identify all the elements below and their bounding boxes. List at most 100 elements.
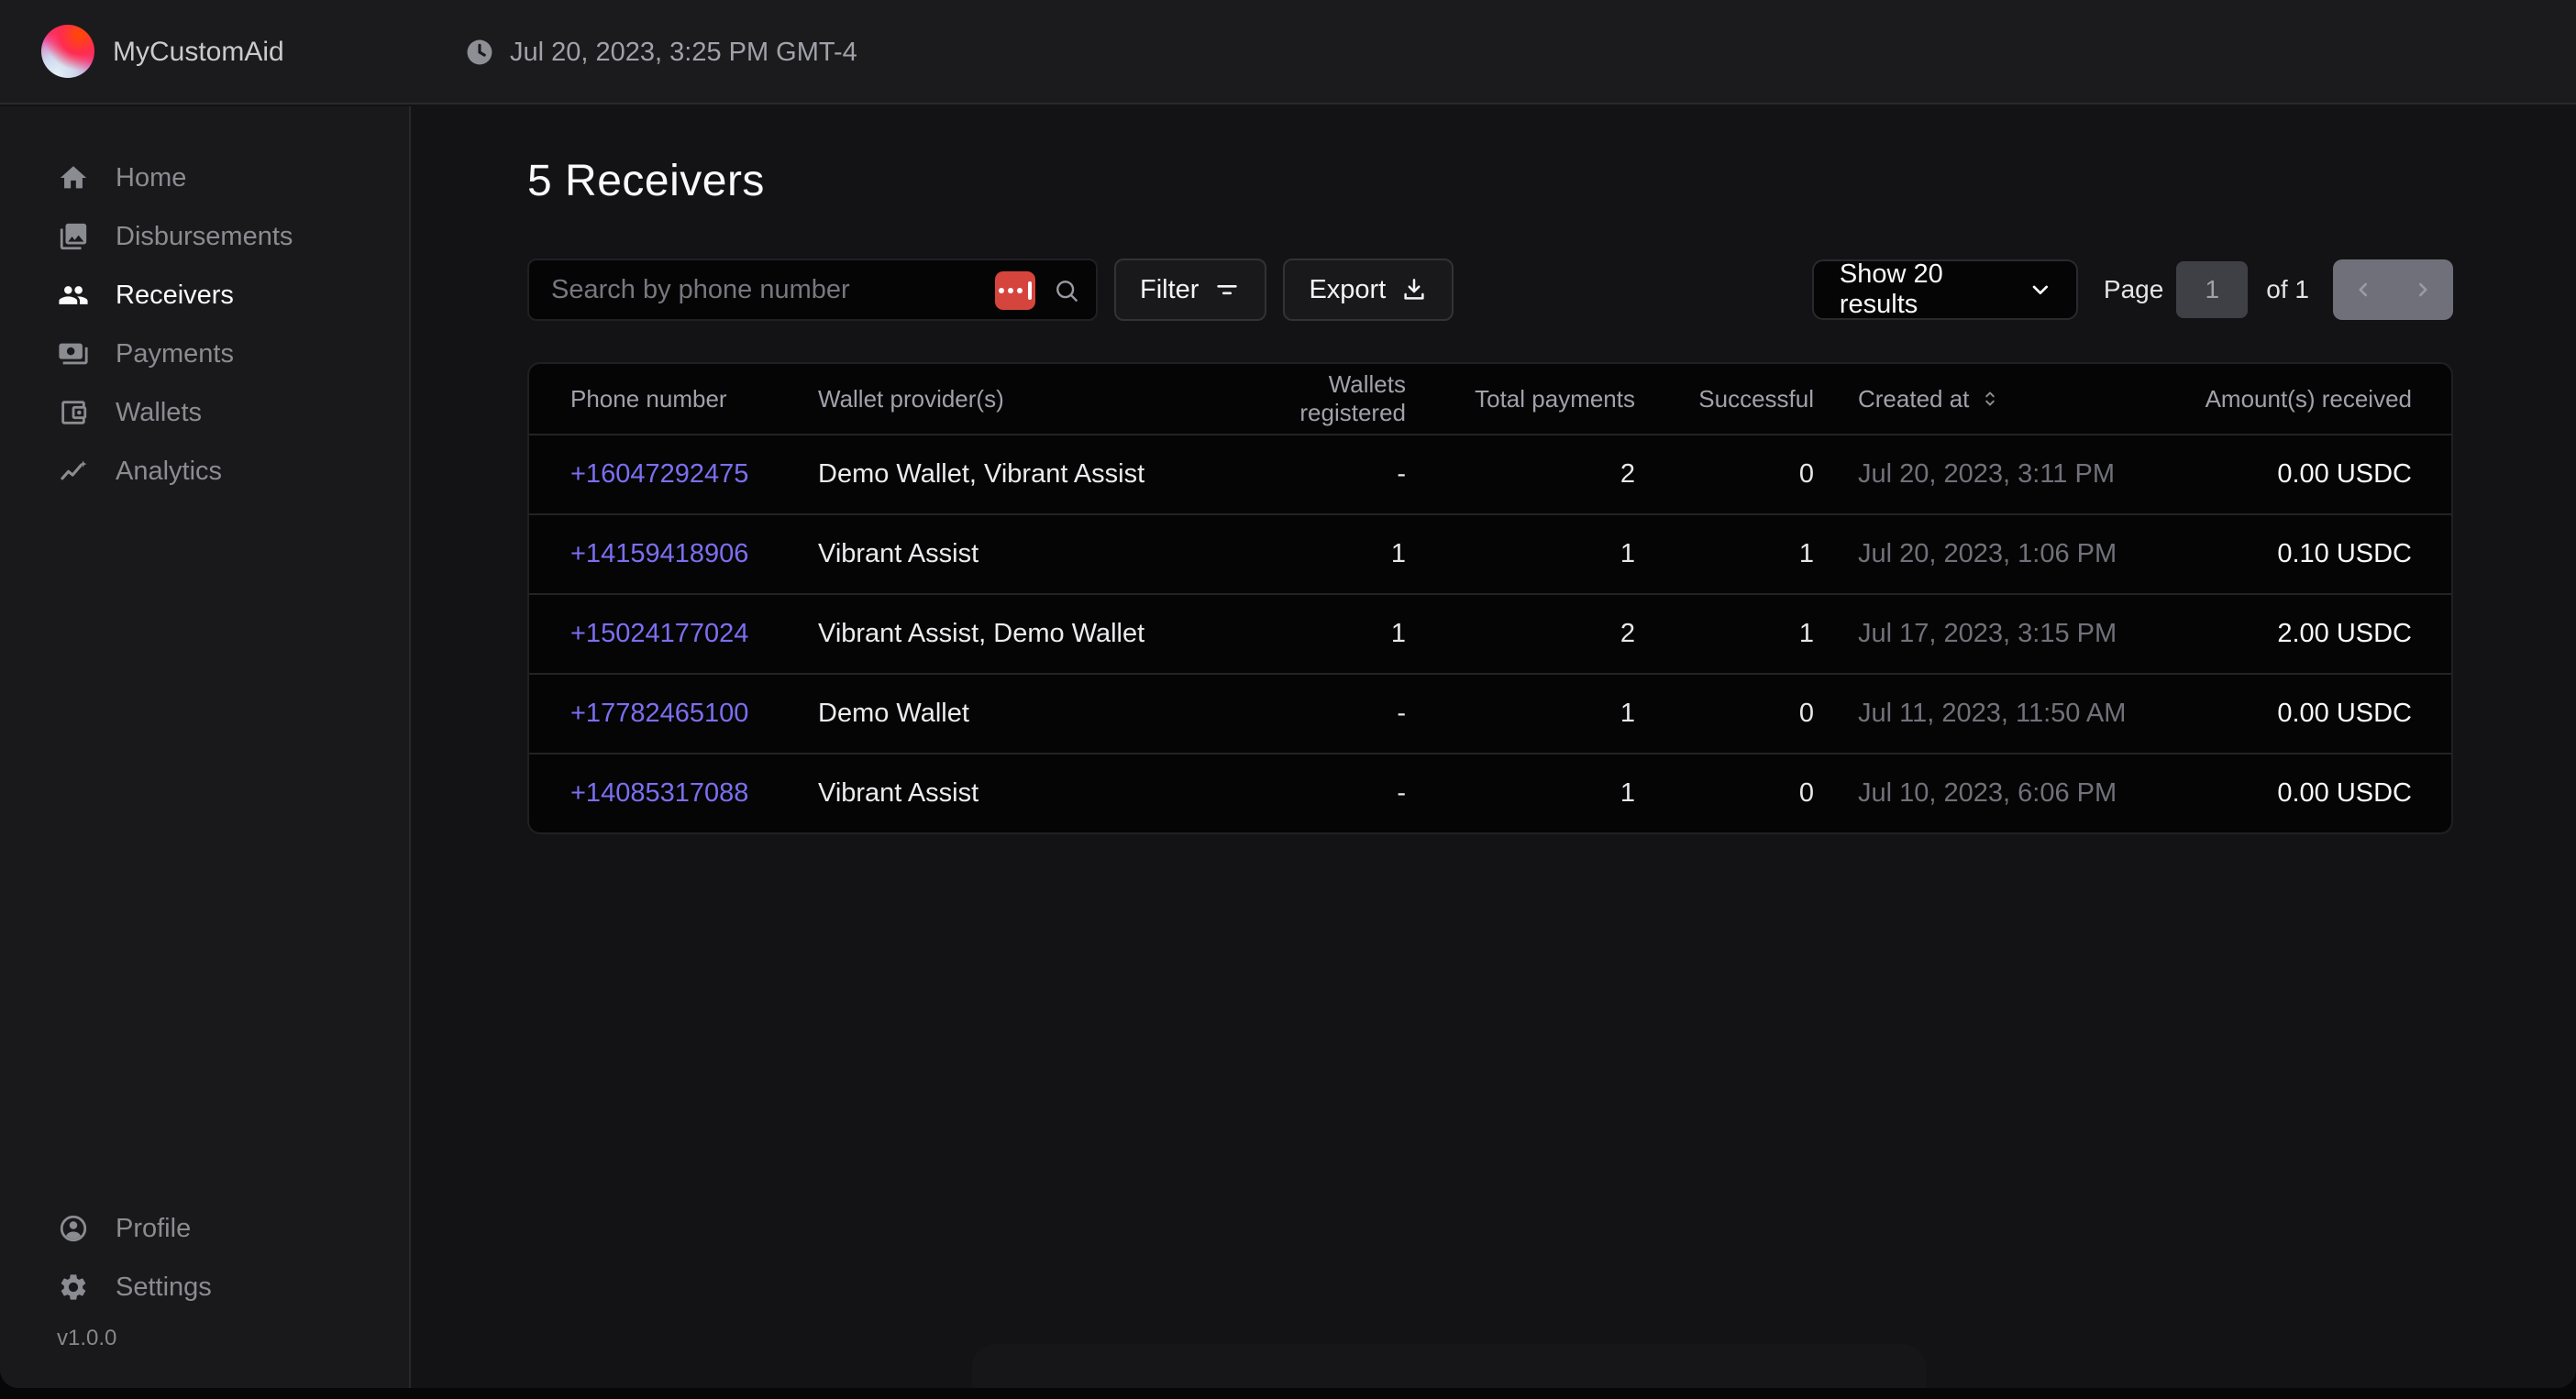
successful-payments: 0 [1635,699,1814,729]
phone-link[interactable]: +14085317088 [570,778,818,809]
wallet-providers: Vibrant Assist, Demo Wallet [818,619,1236,649]
column-header-total-payments: Total payments [1406,385,1635,413]
wallets-registered: - [1236,778,1406,809]
created-at: Jul 10, 2023, 6:06 PM [1814,778,2199,809]
wallet-providers: Vibrant Assist [818,778,1236,809]
sidebar-item-label: Settings [116,1272,212,1303]
filter-button[interactable]: Filter [1114,259,1266,321]
sidebar-item-label: Receivers [116,281,234,311]
total-payments: 2 [1406,459,1635,490]
successful-payments: 0 [1635,459,1814,490]
column-header-amount: Amount(s) received [2199,385,2412,413]
app-logo [41,25,94,78]
successful-payments: 1 [1635,619,1814,649]
column-header-created-at[interactable]: Created at [1814,385,2199,413]
sort-icon [1978,387,2002,411]
top-bar: MyCustomAid Jul 20, 2023, 3:25 PM GMT-4 [0,0,2576,105]
filter-icon [1213,276,1241,303]
show-results-select[interactable]: Show 20 results [1812,259,2078,320]
password-manager-icon[interactable] [995,271,1035,310]
search-box [527,259,1098,321]
download-icon [1400,276,1428,303]
phone-link[interactable]: +16047292475 [570,459,818,490]
payments-icon [57,337,90,370]
wallets-registered: - [1236,699,1406,729]
sidebar-item-label: Wallets [116,398,202,428]
sidebar-item-payments[interactable]: Payments [0,334,409,374]
column-header-phone: Phone number [570,385,818,413]
table-row[interactable]: +16047292475 Demo Wallet, Vibrant Assist… [529,434,2451,513]
filter-button-label: Filter [1140,275,1199,305]
phone-link[interactable]: +14159418906 [570,539,818,569]
app-window: MyCustomAid Jul 20, 2023, 3:25 PM GMT-4 … [0,0,2576,1388]
column-header-successful: Successful [1635,385,1814,413]
amount-received: 0.00 USDC [2199,699,2412,729]
phone-link[interactable]: +17782465100 [570,699,818,729]
bottom-sheet-hint [972,1344,1926,1388]
analytics-icon [57,455,90,488]
wallets-registered: 1 [1236,619,1406,649]
wallet-providers: Vibrant Assist [818,539,1236,569]
page-total-label: of 1 [2266,275,2309,304]
next-page-button[interactable] [2394,259,2454,320]
wallet-providers: Demo Wallet [818,699,1236,729]
successful-payments: 0 [1635,778,1814,809]
chevron-right-icon [2411,278,2435,302]
sidebar-item-label: Payments [116,339,234,369]
show-results-label: Show 20 results [1840,259,2027,320]
home-icon [57,161,90,194]
export-button-label: Export [1309,275,1386,305]
chevron-down-icon [2027,276,2054,303]
page-title: 5 Receivers [527,156,765,206]
clock-icon [464,37,495,68]
column-header-wallets-registered: Wallets registered [1236,370,1406,427]
sidebar-item-label: Profile [116,1214,191,1244]
total-payments: 1 [1406,699,1635,729]
receivers-icon [57,279,90,312]
sidebar-item-wallets[interactable]: Wallets [0,392,409,433]
amount-received: 0.10 USDC [2199,539,2412,569]
app-version: v1.0.0 [0,1326,409,1351]
sidebar-item-profile[interactable]: Profile [0,1208,409,1249]
wallets-registered: 1 [1236,539,1406,569]
disbursements-icon [57,220,90,253]
table-row[interactable]: +14159418906 Vibrant Assist 1 1 1 Jul 20… [529,513,2451,593]
successful-payments: 1 [1635,539,1814,569]
search-icon[interactable] [1052,276,1081,305]
amount-received: 2.00 USDC [2199,619,2412,649]
total-payments: 1 [1406,778,1635,809]
page-number-input[interactable] [2176,261,2248,318]
wallets-registered: - [1236,459,1406,490]
created-at: Jul 20, 2023, 3:11 PM [1814,459,2199,490]
table-row[interactable]: +17782465100 Demo Wallet - 1 0 Jul 11, 2… [529,673,2451,753]
wallets-icon [57,396,90,429]
sidebar-item-disbursements[interactable]: Disbursements [0,216,409,257]
total-payments: 1 [1406,539,1635,569]
sidebar-item-label: Home [116,163,186,193]
sidebar-item-home[interactable]: Home [0,158,409,198]
pagination-control [2333,259,2453,320]
table-row[interactable]: +15024177024 Vibrant Assist, Demo Wallet… [529,593,2451,673]
sidebar: Home Disbursements Receivers Payments [0,106,411,1388]
sidebar-item-receivers[interactable]: Receivers [0,275,409,315]
sidebar-item-label: Disbursements [116,222,293,252]
main-content: 5 Receivers Filter Export [413,106,2576,1388]
column-header-providers: Wallet provider(s) [818,385,1236,413]
previous-page-button[interactable] [2333,259,2394,320]
settings-icon [57,1271,90,1304]
receivers-table: Phone number Wallet provider(s) Wallets … [527,362,2453,834]
profile-icon [57,1212,90,1245]
page-label: Page [2104,275,2163,304]
phone-link[interactable]: +15024177024 [570,619,818,649]
total-payments: 2 [1406,619,1635,649]
table-row[interactable]: +14085317088 Vibrant Assist - 1 0 Jul 10… [529,753,2451,832]
current-datetime: Jul 20, 2023, 3:25 PM GMT-4 [510,38,857,68]
table-header-row: Phone number Wallet provider(s) Wallets … [529,364,2451,434]
created-at: Jul 17, 2023, 3:15 PM [1814,619,2199,649]
sidebar-item-label: Analytics [116,457,222,487]
brand-name: MyCustomAid [113,0,284,105]
wallet-providers: Demo Wallet, Vibrant Assist [818,459,1236,490]
sidebar-item-analytics[interactable]: Analytics [0,451,409,491]
sidebar-item-settings[interactable]: Settings [0,1267,409,1307]
export-button[interactable]: Export [1283,259,1454,321]
